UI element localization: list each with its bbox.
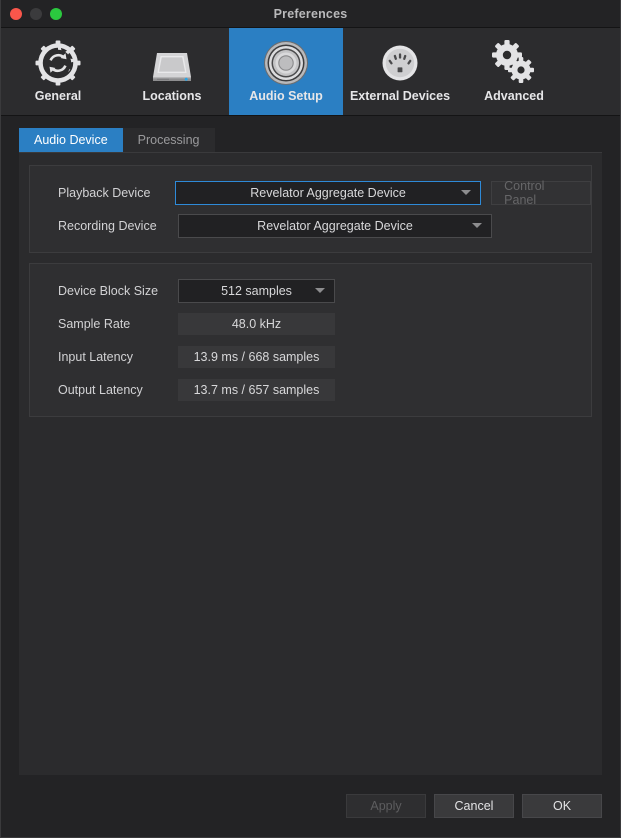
sample-rate-row: Sample Rate 48.0 kHz xyxy=(30,307,591,340)
toolbar-item-general[interactable]: General xyxy=(1,28,115,115)
sample-rate-label: Sample Rate xyxy=(58,316,131,331)
preferences-window: Preferences General Locations Audio Setu… xyxy=(0,0,621,838)
output-latency-row: Output Latency 13.7 ms / 657 samples xyxy=(30,373,591,406)
traffic-lights xyxy=(10,7,62,20)
preferences-toolbar: General Locations Audio Setup External D… xyxy=(1,28,620,116)
device-block-size-select[interactable]: 512 samples xyxy=(178,278,335,303)
midi-din-connector-icon xyxy=(376,36,424,90)
toolbar-item-label: External Devices xyxy=(349,89,451,103)
playback-device-label: Playback Device xyxy=(58,185,151,200)
cancel-button[interactable]: Cancel xyxy=(434,794,514,818)
hard-drive-icon xyxy=(148,36,196,90)
device-selection-group: Playback Device Revelator Aggregate Devi… xyxy=(29,165,592,253)
device-settings-group: Device Block Size 512 samples Sample Rat… xyxy=(29,263,592,417)
chevron-down-icon xyxy=(472,223,482,228)
recording-device-label: Recording Device xyxy=(58,218,157,233)
title-bar: Preferences xyxy=(1,0,620,28)
gear-refresh-icon xyxy=(34,36,82,90)
toolbar-item-label: Advanced xyxy=(484,89,544,103)
output-latency-value: 13.7 ms / 657 samples xyxy=(178,378,335,401)
close-window-button[interactable] xyxy=(10,7,22,20)
dialog-footer: Apply Cancel OK xyxy=(1,775,620,837)
ok-button[interactable]: OK xyxy=(522,794,602,818)
playback-device-value: Revelator Aggregate Device xyxy=(250,185,406,200)
recording-device-value: Revelator Aggregate Device xyxy=(257,218,413,233)
preferences-body: Audio Device Processing Playback Device … xyxy=(1,116,620,775)
tab-label: Processing xyxy=(137,133,200,147)
chevron-down-icon xyxy=(461,190,472,195)
speaker-driver-icon xyxy=(261,36,311,90)
control-panel-label: Control Panel xyxy=(504,178,545,207)
playback-device-row: Playback Device Revelator Aggregate Devi… xyxy=(30,176,591,209)
tab-label: Audio Device xyxy=(34,133,108,147)
device-block-size-value: 512 samples xyxy=(221,283,292,298)
input-latency-label: Input Latency xyxy=(58,349,134,364)
playback-device-select[interactable]: Revelator Aggregate Device xyxy=(174,180,482,205)
toolbar-item-locations[interactable]: Locations xyxy=(115,28,229,115)
device-block-size-label: Device Block Size xyxy=(58,283,159,298)
apply-label: Apply xyxy=(370,799,402,813)
recording-device-row: Recording Device Revelator Aggregate Dev… xyxy=(30,209,591,242)
minimize-window-button[interactable] xyxy=(30,7,42,20)
chevron-down-icon xyxy=(315,288,325,293)
toolbar-item-label: Audio Setup xyxy=(249,89,323,103)
input-latency-value: 13.9 ms / 668 samples xyxy=(178,345,335,368)
input-latency-row: Input Latency 13.9 ms / 668 samples xyxy=(30,340,591,373)
toolbar-item-audio-setup[interactable]: Audio Setup xyxy=(229,28,343,115)
recording-device-select[interactable]: Revelator Aggregate Device xyxy=(178,213,492,238)
control-panel-button[interactable]: Control Panel xyxy=(491,178,591,207)
toolbar-item-external-devices[interactable]: External Devices xyxy=(343,28,457,115)
apply-button[interactable]: Apply xyxy=(346,794,426,818)
maximize-window-button[interactable] xyxy=(50,7,62,20)
toolbar-item-advanced[interactable]: Advanced xyxy=(457,28,571,115)
tab-processing[interactable]: Processing xyxy=(122,128,215,152)
window-title: Preferences xyxy=(273,6,348,21)
double-gear-icon xyxy=(489,36,539,90)
tab-audio-device[interactable]: Audio Device xyxy=(19,128,123,152)
tab-content-audio-device: Playback Device Revelator Aggregate Devi… xyxy=(19,152,602,775)
tab-strip: Audio Device Processing xyxy=(19,128,602,152)
ok-label: OK xyxy=(552,799,572,813)
output-latency-label: Output Latency xyxy=(58,382,143,397)
toolbar-item-label: Locations xyxy=(142,89,202,103)
sample-rate-value: 48.0 kHz xyxy=(178,312,335,335)
toolbar-item-label: General xyxy=(34,89,82,103)
device-block-size-row: Device Block Size 512 samples xyxy=(30,274,591,307)
cancel-label: Cancel xyxy=(454,799,494,813)
